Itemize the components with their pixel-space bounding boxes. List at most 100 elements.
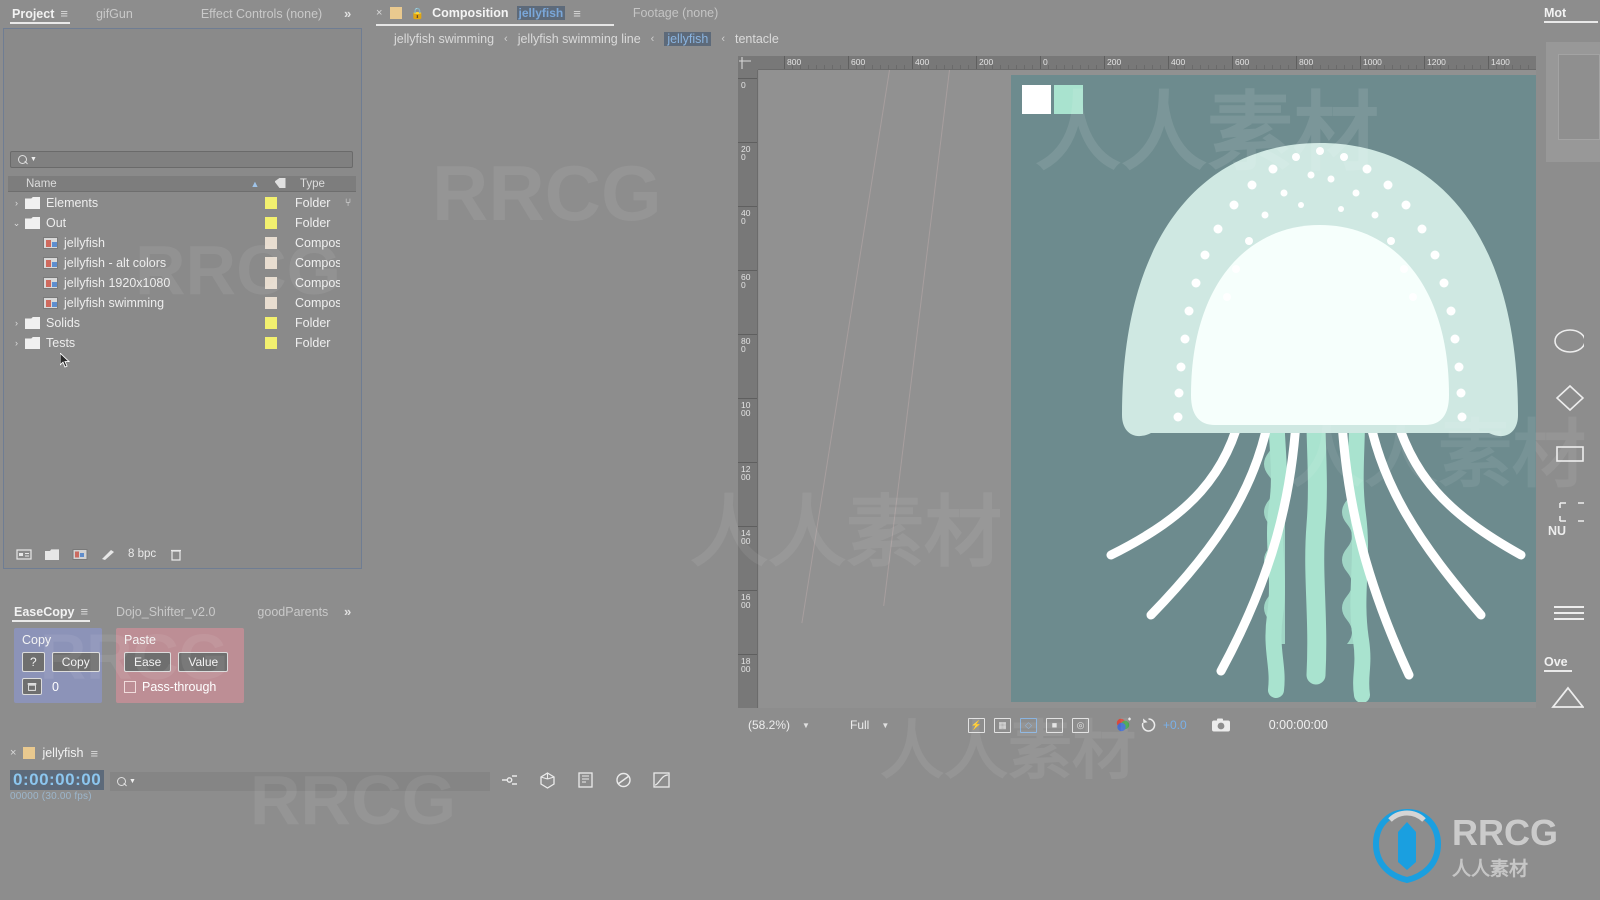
tab-gifgun[interactable]: gifGun — [94, 0, 147, 27]
menu-lines-icon[interactable] — [1550, 604, 1584, 625]
breadcrumb-item[interactable]: jellyfish swimming — [394, 32, 494, 46]
breadcrumb-item[interactable]: jellyfish swimming line — [518, 32, 641, 46]
draft-3d-icon[interactable] — [538, 771, 557, 789]
breadcrumb-item[interactable]: tentacle — [735, 32, 779, 46]
exposure-reset-icon[interactable] — [1140, 717, 1157, 733]
hide-shy-layers-icon[interactable] — [576, 771, 595, 789]
label-color-cell[interactable] — [265, 277, 295, 289]
channel-icon[interactable] — [1114, 717, 1132, 733]
project-item-name-cell: Tests — [25, 336, 265, 350]
project-item-row[interactable]: ›SolidsFolder — [8, 313, 356, 333]
paste-value-button[interactable]: Value — [178, 652, 228, 672]
panel-overflow-icon[interactable]: » — [344, 6, 351, 21]
horizontal-ruler[interactable]: 8006004002000200400600800100012001400160… — [758, 56, 1536, 70]
help-button[interactable]: ? — [22, 652, 45, 672]
lock-icon[interactable]: 🔒 — [410, 7, 424, 20]
mask-view-icon[interactable]: ◎ — [1072, 718, 1089, 733]
label-color-cell[interactable] — [265, 217, 295, 229]
rectangle-shape-icon[interactable] — [1550, 443, 1584, 468]
easecopy-overflow-icon[interactable]: » — [344, 604, 351, 619]
paste-ease-button[interactable]: Ease — [124, 652, 171, 672]
comp-timecode[interactable]: 0:00:00:00 — [1269, 718, 1328, 732]
tab-motion[interactable]: Mot — [1536, 0, 1600, 20]
disclosure-triangle-icon[interactable]: › — [8, 338, 25, 348]
3d-view-icon[interactable]: ◇ — [1020, 718, 1037, 733]
label-color-cell[interactable] — [265, 257, 295, 269]
interpret-footage-icon[interactable] — [16, 548, 32, 561]
clear-button[interactable] — [22, 678, 42, 695]
timeline-search-input[interactable]: ▼ — [110, 772, 490, 791]
jellyfish-artwork[interactable] — [1011, 75, 1536, 702]
label-color-cell[interactable] — [265, 337, 295, 349]
new-folder-icon[interactable] — [44, 548, 60, 561]
triangle-icon[interactable] — [1550, 685, 1584, 712]
color-depth-label[interactable]: 8 bpc — [128, 548, 156, 560]
composition-mini-flowchart-icon[interactable] — [500, 771, 519, 789]
label-color-cell[interactable] — [265, 297, 295, 309]
current-time-display[interactable]: 0:00:00:00 — [10, 770, 104, 790]
project-item-row[interactable]: ›ElementsFolder⑂ — [8, 193, 356, 213]
column-type-label[interactable]: Type — [294, 178, 356, 190]
exposure-value[interactable]: +0.0 — [1163, 718, 1187, 732]
tab-dojo-shifter[interactable]: Dojo_Shifter_v2.0 — [114, 598, 229, 625]
breadcrumb-item[interactable]: jellyfish — [664, 32, 711, 46]
vertical-ruler[interactable]: 020040060080010001200140016001800 — [738, 70, 758, 708]
disclosure-triangle-icon[interactable]: › — [8, 318, 25, 328]
column-name-label[interactable]: Name — [8, 178, 244, 190]
passthrough-checkbox[interactable] — [124, 681, 136, 693]
composition-canvas[interactable] — [759, 70, 1536, 708]
composition-menu-icon[interactable]: ≡ — [573, 6, 581, 21]
project-settings-icon[interactable] — [100, 548, 116, 561]
composition-name[interactable]: jellyfish — [517, 6, 566, 20]
ruler-major-tick — [738, 334, 757, 335]
region-of-interest-icon[interactable]: ■ — [1046, 718, 1063, 733]
label-color-cell[interactable] — [265, 237, 295, 249]
diamond-shape-icon[interactable] — [1550, 384, 1584, 415]
label-color-cell[interactable] — [265, 317, 295, 329]
tab-project[interactable]: Project ≡ — [10, 0, 82, 27]
ellipse-shape-icon[interactable] — [1550, 328, 1584, 357]
project-item-row[interactable]: jellyfishComposition — [8, 233, 356, 253]
project-item-row[interactable]: ›TestsFolder — [8, 333, 356, 353]
project-item-row[interactable]: jellyfish swimmingComposition — [8, 293, 356, 313]
disclosure-triangle-icon[interactable]: › — [8, 198, 25, 208]
graph-editor-icon[interactable] — [652, 771, 671, 789]
project-item-row[interactable]: jellyfish 1920x1080Composition — [8, 273, 356, 293]
delete-icon[interactable] — [168, 548, 184, 561]
close-icon[interactable]: × — [376, 7, 382, 19]
tab-effect-controls[interactable]: Effect Controls (none) — [199, 0, 336, 27]
copy-button[interactable]: Copy — [52, 652, 100, 672]
ruler-label: 1200 — [741, 465, 753, 481]
ruler-minor-tick — [1280, 65, 1281, 69]
passthrough-checkbox-row[interactable]: Pass-through — [124, 680, 236, 694]
snapshot-icon[interactable] — [1211, 717, 1231, 733]
ruler-minor-tick — [1288, 65, 1289, 69]
transparency-grid-icon[interactable]: ▦ — [994, 718, 1011, 733]
project-item-row[interactable]: ⌄OutFolder — [8, 213, 356, 233]
close-icon[interactable]: × — [10, 747, 16, 759]
tab-overview[interactable]: Ove — [1544, 655, 1568, 669]
project-search-input[interactable]: ▼ — [10, 151, 353, 168]
null-object-icon[interactable] — [1550, 500, 1584, 527]
fast-preview-icon[interactable]: ⚡ — [968, 718, 985, 733]
label-color-cell[interactable] — [265, 197, 295, 209]
swatch-mint[interactable] — [1054, 85, 1083, 114]
project-item-row[interactable]: jellyfish - alt colorsComposition — [8, 253, 356, 273]
zoom-level-select[interactable]: (58.2%) ▼ — [748, 718, 844, 732]
motion-blur-icon[interactable] — [614, 771, 633, 789]
copy-count-value: 0 — [52, 680, 59, 694]
ruler-major-tick — [1360, 56, 1361, 69]
sort-ascending-icon[interactable]: ▲ — [244, 179, 266, 189]
timeline-comp-name[interactable]: jellyfish — [42, 746, 83, 760]
resolution-select[interactable]: Full ▼ — [850, 718, 968, 732]
tab-easecopy[interactable]: EaseCopy ≡ — [12, 598, 102, 625]
swatch-white[interactable] — [1022, 85, 1051, 114]
disclosure-triangle-icon[interactable]: ⌄ — [8, 218, 25, 229]
tab-goodparents[interactable]: goodParents — [255, 598, 342, 625]
tab-footage[interactable]: Footage (none) — [633, 6, 718, 20]
new-composition-icon[interactable] — [72, 548, 88, 561]
ruler-minor-tick — [872, 65, 873, 69]
easecopy-menu-icon[interactable]: ≡ — [80, 604, 88, 619]
panel-menu-icon[interactable]: ≡ — [60, 6, 68, 21]
timeline-menu-icon[interactable]: ≡ — [90, 746, 98, 761]
